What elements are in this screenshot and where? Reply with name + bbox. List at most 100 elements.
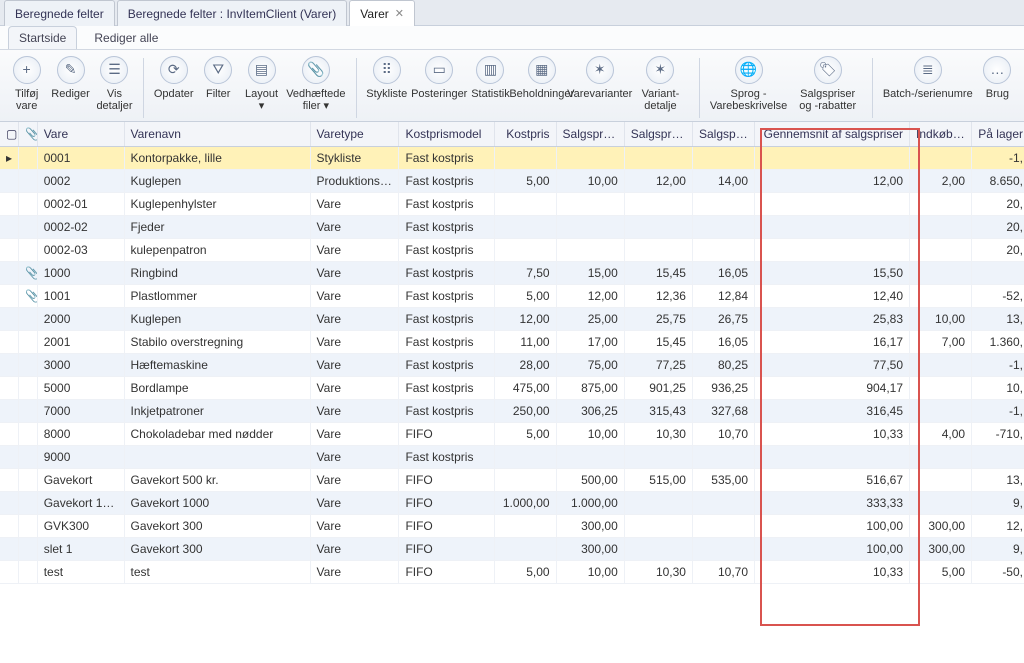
cell-avg: 25,83 <box>755 308 910 331</box>
table-row[interactable]: 8000Chokoladebar med nødderVareFIFO5,001… <box>0 423 1024 446</box>
cell-navn: Kuglepen <box>124 308 310 331</box>
cell-s2: 25,75 <box>624 308 692 331</box>
layout-button[interactable]: ▤Layout ▾ <box>241 54 282 114</box>
edit-button[interactable]: ✎Rediger <box>49 54 92 102</box>
bom-button[interactable]: ⠿Stykliste <box>364 54 409 102</box>
cell-avg <box>755 193 910 216</box>
table-row[interactable]: 0002KuglepenProduktionsst…Fast kostpris5… <box>0 170 1024 193</box>
batch-button[interactable]: ≣Batch-/serienumre <box>881 54 975 102</box>
table-row[interactable]: 3000HæftemaskineVareFast kostpris28,0075… <box>0 354 1024 377</box>
column-header-ind[interactable]: Indkøbsp… <box>910 122 972 147</box>
update-button[interactable]: ⟳Opdater <box>152 54 196 102</box>
stats-button[interactable]: ▥Statistik <box>469 54 512 102</box>
cell-type: Vare <box>310 377 399 400</box>
table-row[interactable]: 📎1001PlastlommerVareFast kostpris5,0012,… <box>0 285 1024 308</box>
table-row[interactable]: GVK300Gavekort 300VareFIFO300,00100,0030… <box>0 515 1024 538</box>
table-row[interactable]: 0002-01KuglepenhylsterVareFast kostpris2… <box>0 193 1024 216</box>
filter-button[interactable]: ⛛Filter <box>198 54 239 102</box>
toolbar-separator <box>699 58 700 118</box>
column-header-sel[interactable]: ▢ <box>0 122 19 147</box>
column-header-type[interactable]: Varetype <box>310 122 399 147</box>
table-row[interactable]: 0002-02FjederVareFast kostpris20, <box>0 216 1024 239</box>
cell-ind: 2,00 <box>910 170 972 193</box>
document-tab[interactable]: Varer✕ <box>349 0 415 26</box>
cell-ind: 5,00 <box>910 561 972 584</box>
column-header-kost[interactable]: Kostpris <box>494 122 556 147</box>
ribbon-tab[interactable]: Rediger alle <box>83 26 169 49</box>
toolbar-button-label: Statistik <box>471 88 510 100</box>
table-row[interactable]: 9000VareFast kostpris <box>0 446 1024 469</box>
cell-navn: Gavekort 300 <box>124 538 310 561</box>
column-header-lager[interactable]: På lager <box>972 122 1024 147</box>
files-button[interactable]: 📎Vedhæftede filer ▾ <box>284 54 347 114</box>
document-tab[interactable]: Beregnede felter : InvItemClient (Varer) <box>117 0 348 26</box>
cell-ind <box>910 492 972 515</box>
prices-button[interactable]: 🏷Salgspriser og -rabatter <box>791 54 864 114</box>
column-header-s1[interactable]: Salgspris 1 <box>556 122 624 147</box>
stock-button[interactable]: ▦Beholdninger <box>514 54 570 102</box>
table-row[interactable]: slet 1Gavekort 300VareFIFO300,00100,0030… <box>0 538 1024 561</box>
cell-model: Fast kostpris <box>399 239 494 262</box>
variants-button[interactable]: ✶Varevarianter <box>572 54 628 102</box>
column-header-s2[interactable]: Salgspris 2 <box>624 122 692 147</box>
cell-kost: 28,00 <box>494 354 556 377</box>
cell-type: Vare <box>310 239 399 262</box>
cell-ind <box>910 285 972 308</box>
cell-s3: 16,05 <box>692 262 754 285</box>
cell-avg: 333,33 <box>755 492 910 515</box>
cell-lager: -1, <box>972 147 1024 170</box>
attachment-icon <box>19 469 38 492</box>
cell-model: FIFO <box>399 538 494 561</box>
cell-s1 <box>556 446 624 469</box>
brug-icon: … <box>983 56 1011 84</box>
table-row[interactable]: 2001Stabilo overstregningVareFast kostpr… <box>0 331 1024 354</box>
table-row[interactable]: Gavekort 1000Gavekort 1000VareFIFO1.000,… <box>0 492 1024 515</box>
table-row[interactable]: GavekortGavekort 500 kr.VareFIFO500,0051… <box>0 469 1024 492</box>
ribbon-tab[interactable]: Startside <box>8 26 77 49</box>
cell-s1: 875,00 <box>556 377 624 400</box>
table-row[interactable]: ▸0001Kontorpakke, lilleStyklisteFast kos… <box>0 147 1024 170</box>
cell-vare: 2000 <box>37 308 124 331</box>
row-indicator <box>0 469 19 492</box>
column-header-navn[interactable]: Varenavn <box>124 122 310 147</box>
cell-s3: 80,25 <box>692 354 754 377</box>
brug-button[interactable]: …Brug <box>977 54 1018 102</box>
row-indicator <box>0 239 19 262</box>
add-button[interactable]: +Tilføj vare <box>6 54 47 114</box>
cell-model: Fast kostpris <box>399 216 494 239</box>
cell-type: Vare <box>310 561 399 584</box>
cell-ind <box>910 147 972 170</box>
column-header-avg[interactable]: Gennemsnit af salgspriser <box>755 122 910 147</box>
table-row[interactable]: 7000InkjetpatronerVareFast kostpris250,0… <box>0 400 1024 423</box>
batch-icon: ≣ <box>914 56 942 84</box>
column-header-model[interactable]: Kostprismodel <box>399 122 494 147</box>
column-header-s3[interactable]: Salgspris 3 <box>692 122 754 147</box>
cell-s3: 26,75 <box>692 308 754 331</box>
lang-button[interactable]: 🌐Sprog - Varebeskrivelse <box>708 54 789 114</box>
attachment-icon <box>19 216 38 239</box>
table-row[interactable]: testtestVareFIFO5,0010,0010,3010,7010,33… <box>0 561 1024 584</box>
details-button[interactable]: ☰Vis detaljer <box>94 54 135 114</box>
variantd-button[interactable]: ✶Variant-detalje <box>630 54 691 114</box>
table-row[interactable]: 5000BordlampeVareFast kostpris475,00875,… <box>0 377 1024 400</box>
document-tab[interactable]: Beregnede felter <box>4 0 115 26</box>
cell-s3 <box>692 216 754 239</box>
post-icon: ▭ <box>425 56 453 84</box>
cell-kost: 5,00 <box>494 285 556 308</box>
cell-avg: 15,50 <box>755 262 910 285</box>
table-row[interactable]: 2000KuglepenVareFast kostpris12,0025,002… <box>0 308 1024 331</box>
attachment-icon <box>19 492 38 515</box>
cell-s3: 16,05 <box>692 331 754 354</box>
row-indicator <box>0 170 19 193</box>
cell-ind <box>910 262 972 285</box>
post-button[interactable]: ▭Posteringer <box>411 54 467 102</box>
column-header-clip[interactable]: 📎 <box>19 122 38 147</box>
table-row[interactable]: 📎1000RingbindVareFast kostpris7,5015,001… <box>0 262 1024 285</box>
data-grid[interactable]: ▢📎VareVarenavnVaretypeKostprismodelKostp… <box>0 122 1024 663</box>
cell-s1: 500,00 <box>556 469 624 492</box>
table-row[interactable]: 0002-03kulepenpatronVareFast kostpris20, <box>0 239 1024 262</box>
cell-s3 <box>692 239 754 262</box>
column-header-vare[interactable]: Vare <box>37 122 124 147</box>
cell-model: FIFO <box>399 561 494 584</box>
close-icon[interactable]: ✕ <box>395 7 404 20</box>
